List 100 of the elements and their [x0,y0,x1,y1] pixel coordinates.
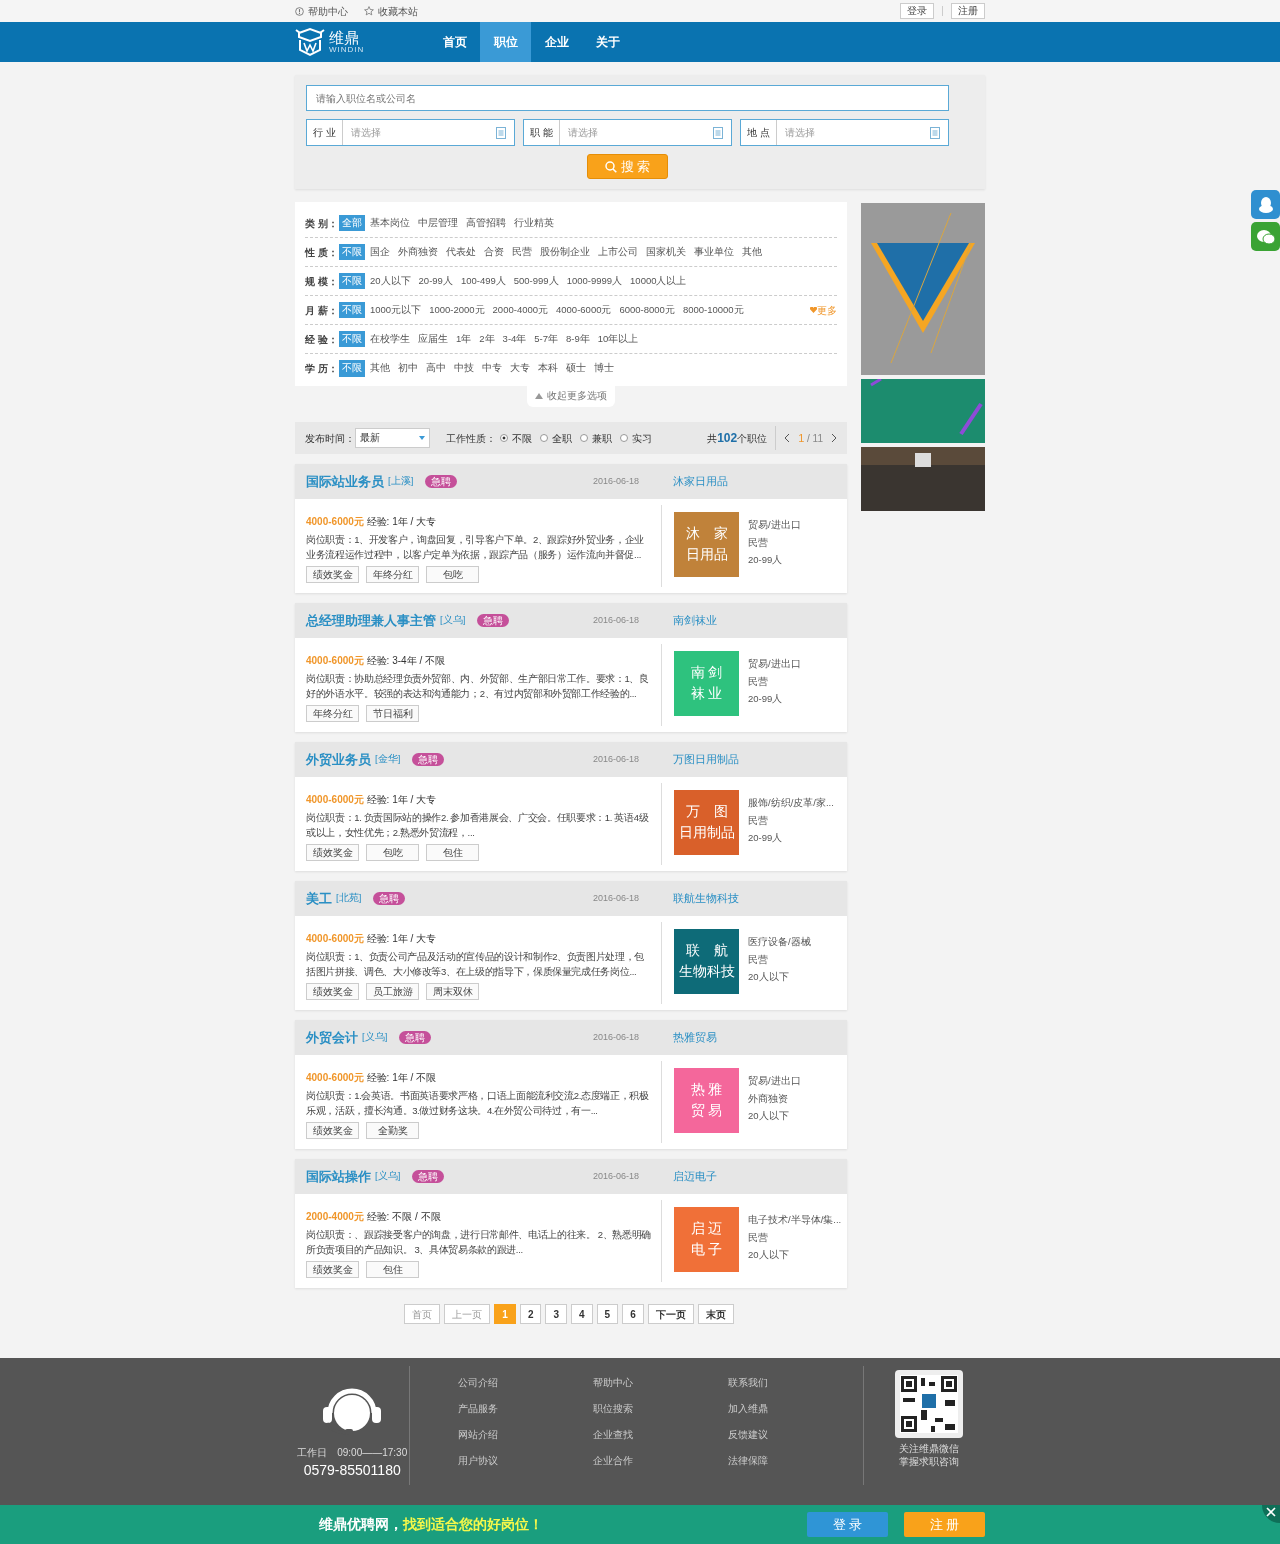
filter-option[interactable]: 2000-4000元 [489,301,551,319]
collapse-link[interactable]: 收起更多选项 [527,386,615,407]
radio-button[interactable] [620,434,628,442]
footer-link[interactable]: 法律保障 [728,1448,864,1474]
footer-link[interactable]: 职位搜索 [593,1396,729,1422]
footer-link[interactable]: 产品服务 [458,1396,594,1422]
job-location: [义乌] [362,1030,388,1045]
filter-option[interactable]: 国家机关 [643,243,689,261]
filter-option[interactable]: 1000-2000元 [426,301,488,319]
filter-option[interactable]: 本科 [535,360,561,377]
select-field[interactable]: 职 能 请选择 [523,119,732,146]
filter-option[interactable]: 1000-9999人 [563,272,626,290]
filter-option[interactable]: 高中 [423,360,449,377]
post-date: 2016-06-18 [593,613,641,627]
filter-option[interactable]: 3-4年 [499,330,530,348]
company-ownership: 民营 [748,674,769,689]
filter-option[interactable]: 事业单位 [691,243,737,261]
filter-option[interactable]: 行业精英 [511,214,557,232]
footer-link[interactable]: 网站介绍 [458,1422,594,1448]
page-button[interactable]: 末页 [697,1304,734,1324]
filter-option[interactable]: 国企 [367,243,393,261]
radio-button[interactable] [500,434,508,442]
filter-option[interactable]: 外商独资 [395,243,441,261]
filter-option[interactable]: 中专 [479,360,505,377]
footer-link[interactable]: 加入维鼎 [728,1396,864,1422]
filter-option[interactable]: 4000-6000元 [553,301,615,319]
filter-option[interactable]: 博士 [591,360,617,377]
radio-button[interactable] [540,434,548,442]
chat-bubbles-icon[interactable] [1251,222,1280,251]
filter-option[interactable]: 100-499人 [457,272,509,290]
filter-option[interactable]: 6000-8000元 [616,301,678,319]
sort-select[interactable]: 最新 [355,428,430,448]
filter-option[interactable]: 1000元以下 [367,301,425,319]
page-button[interactable]: 下一页 [647,1304,694,1324]
next-icon[interactable] [831,433,837,443]
filter-option[interactable]: 高管招聘 [463,214,509,232]
company-industry: 贸易/进出口 [748,657,801,671]
nav-tab[interactable]: 企业 [531,22,582,62]
filter-option[interactable]: 硕士 [563,360,589,377]
select-field[interactable]: 地 点 请选择 [740,119,949,146]
filter-option[interactable]: 500-999人 [510,272,562,290]
register-button[interactable]: 注册 [951,3,985,19]
page-button[interactable]: 5 [596,1304,619,1324]
close-icon[interactable] [1262,1505,1280,1523]
benefit-tag: 包住 [426,844,479,861]
radio-button[interactable] [580,434,588,442]
footer-link[interactable]: 联系我们 [728,1370,864,1396]
top-link[interactable]: 收藏本站 [378,3,418,19]
login-button[interactable]: 登录 [900,3,934,19]
filter-option[interactable]: 大专 [507,360,533,377]
filter-option[interactable]: 中技 [451,360,477,377]
footer-link[interactable]: 反馈建议 [728,1422,864,1448]
filter-option[interactable]: 其他 [367,360,393,377]
filter-option[interactable]: 应届生 [415,330,451,348]
filter-option[interactable]: 5-7年 [531,330,562,348]
post-date: 2016-06-18 [593,1030,641,1044]
filter-label: 规 模： [305,274,339,289]
filter-option[interactable]: 上市公司 [595,243,641,261]
filter-option[interactable]: 8000-10000元 [679,301,747,319]
filter-option[interactable]: 代表处 [443,243,479,261]
job-location: [义乌] [440,613,466,628]
page-button[interactable]: 3 [545,1304,567,1324]
filter-option[interactable]: 民营 [509,243,535,261]
page-button[interactable]: 4 [571,1304,593,1324]
footer-link[interactable]: 企业合作 [593,1448,729,1474]
filter-option[interactable]: 初中 [395,360,421,377]
page-button[interactable]: 6 [622,1304,644,1324]
nav-tab[interactable]: 首页 [429,22,480,62]
page-button[interactable]: 2 [519,1304,542,1324]
footer-link[interactable]: 用户协议 [458,1448,594,1474]
nav-tab[interactable]: 关于 [582,22,633,62]
top-link[interactable]: 帮助中心 [308,3,348,19]
filter-option[interactable]: 在校学生 [367,330,413,348]
footer-link[interactable]: 企业查找 [593,1422,729,1448]
select-field[interactable]: 行 业 请选择 [306,119,515,146]
previous-icon[interactable] [784,433,791,443]
radio-option[interactable]: 兼职 [580,430,612,446]
filter-option[interactable]: 10000人以上 [627,272,690,290]
job-description: 岗位职责：1. 负责国际站的操作2. 参加香港展会、广交会。任职要求：1. 英语4级或以上，女性优先；2.熟悉外贸流程，... [306,811,650,840]
keyword-input[interactable]: 请输入职位名或公司名 [306,85,949,111]
ad-banner-drawing[interactable] [861,447,985,511]
radio-option[interactable]: 全职 [540,430,572,446]
filter-option[interactable]: 2年 [476,330,498,348]
filter-option[interactable]: 8-9年 [563,330,593,348]
footer-link[interactable]: 公司介绍 [458,1370,594,1396]
filter-option[interactable]: 20人以下 [367,272,414,290]
footer-link[interactable]: 帮助中心 [593,1370,729,1396]
page-indicator: 1 / 11 [798,430,823,446]
radio-option[interactable]: 实习 [620,430,652,446]
filter-option[interactable]: 10年以上 [594,330,642,348]
filter-option[interactable]: 合资 [481,243,507,261]
filter-option[interactable]: 基本岗位 [367,214,413,232]
filter-option[interactable]: 中层管理 [415,214,461,232]
company-ownership: 民营 [748,1230,769,1245]
radio-option[interactable]: 不限 [500,430,532,446]
filter-option[interactable]: 其他 [739,243,765,261]
filter-option[interactable]: 1年 [453,330,475,348]
caret-icon [419,436,425,440]
filter-option[interactable]: 20-99人 [415,272,456,290]
filter-option[interactable]: 股份制企业 [537,243,593,261]
